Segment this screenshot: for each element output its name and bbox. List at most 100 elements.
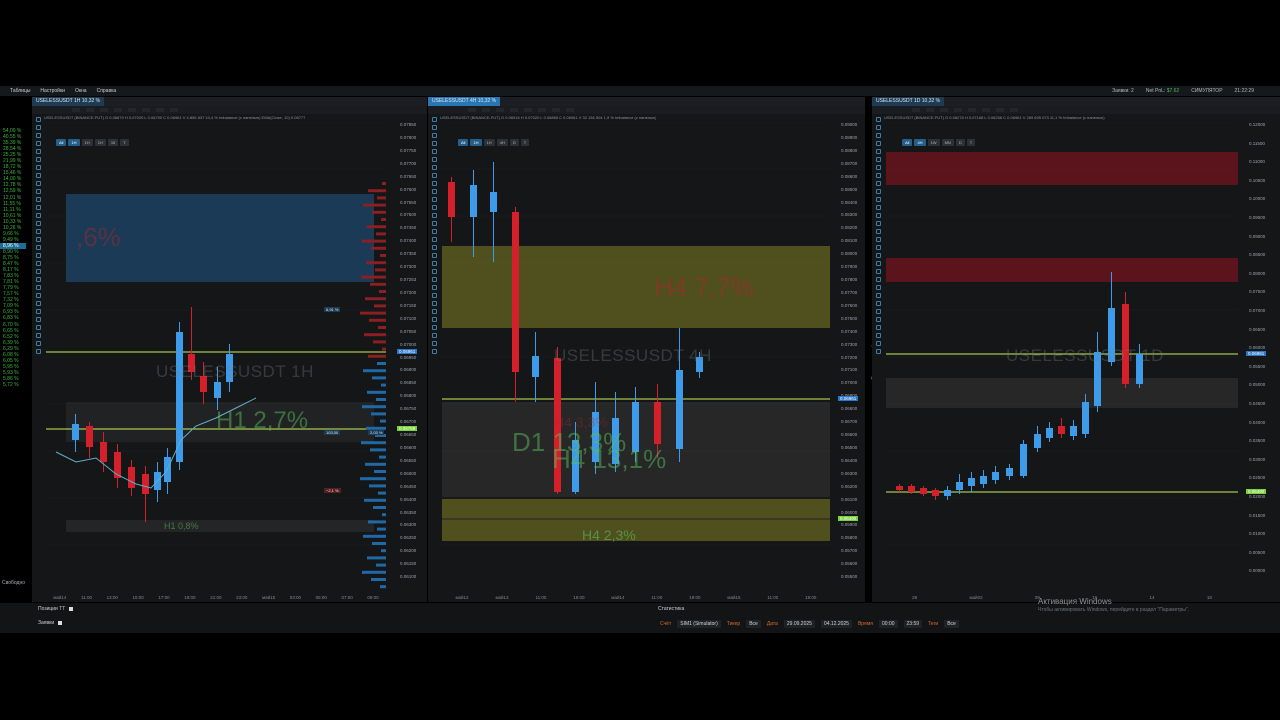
positions-tab[interactable]: Позиции ТТ — [38, 606, 65, 612]
drawing-tool-icon[interactable] — [875, 285, 881, 290]
timeframe-button[interactable] — [912, 108, 920, 112]
timeframe-button[interactable] — [156, 108, 164, 112]
drawing-tool-icon[interactable] — [875, 317, 881, 322]
account-select[interactable]: SIM1 (Simulator) — [677, 620, 721, 628]
drawing-tool-icon[interactable] — [35, 125, 41, 130]
timeframe-chip[interactable]: 1W — [927, 139, 940, 146]
drawing-tool-icon[interactable] — [431, 341, 437, 346]
level-zone[interactable] — [442, 246, 830, 328]
chart-tab[interactable]: USELESSUSDT 4H 10,32 % — [428, 97, 501, 106]
timeframe-button[interactable] — [1010, 108, 1018, 112]
drawing-tool-icon[interactable] — [431, 261, 437, 266]
level-tag[interactable]: −2,1 % — [324, 488, 341, 493]
level-zone[interactable] — [442, 499, 830, 541]
timeframe-chip[interactable]: MN — [941, 139, 954, 146]
timeframe-chip[interactable]: T — [520, 139, 530, 146]
timeframe-button[interactable] — [552, 108, 560, 112]
drawing-tool-icon[interactable] — [35, 349, 41, 354]
menu-windows[interactable]: Окна — [75, 88, 87, 94]
drawing-tool-icon[interactable] — [431, 117, 437, 122]
positions-square-icon[interactable] — [69, 607, 74, 611]
drawing-tool-icon[interactable] — [35, 149, 41, 154]
drawing-tool-icon[interactable] — [875, 165, 881, 170]
drawing-tool-icon[interactable] — [431, 293, 437, 298]
drawing-tool-icon[interactable] — [875, 117, 881, 122]
timeframe-chip[interactable]: 1H — [483, 139, 495, 146]
level-tag[interactable]: 103,00 — [324, 430, 341, 435]
drawing-tool-icon[interactable] — [35, 133, 41, 138]
drawing-tool-icon[interactable] — [431, 197, 437, 202]
drawing-tool-icon[interactable] — [35, 285, 41, 290]
price-axis[interactable]: 0.07850 0.07800 0.07750 0.07700 0.07650 0.076… — [397, 122, 421, 592]
timeframe-chip[interactable]: D — [509, 139, 519, 146]
drawing-tool-icon[interactable] — [875, 245, 881, 250]
timeframe-button[interactable] — [128, 108, 136, 112]
drawing-tool-icon[interactable] — [35, 309, 41, 314]
drawing-tool-icon[interactable] — [875, 221, 881, 226]
drawing-tool-icon[interactable] — [875, 141, 881, 146]
drawing-tool-icon[interactable] — [35, 173, 41, 178]
drawing-tool-icon[interactable] — [35, 213, 41, 218]
drawing-tool-icon[interactable] — [35, 301, 41, 306]
drawing-tool-icon[interactable] — [431, 253, 437, 258]
drawing-tool-icon[interactable] — [875, 181, 881, 186]
date-from-input[interactable]: 29.09.2025 — [783, 620, 815, 628]
drawing-tool-icon[interactable] — [35, 197, 41, 202]
drawing-tool-icon[interactable] — [431, 173, 437, 178]
percent-item[interactable]: 5,72 % — [0, 382, 26, 388]
timeframe-button[interactable] — [468, 108, 476, 112]
drawing-tool-icon[interactable] — [35, 117, 41, 122]
ticker-select[interactable]: Все — [746, 620, 761, 628]
price-axis[interactable]: 0.12000 0.11500 0.11000 0.10500 0.10000 0.095… — [1246, 122, 1270, 592]
drawing-tool-icon[interactable] — [431, 325, 437, 330]
drawing-tool-icon[interactable] — [35, 157, 41, 162]
drawing-tool-icon[interactable] — [431, 149, 437, 154]
level-zone[interactable] — [886, 258, 1238, 282]
drawing-tool-icon[interactable] — [35, 293, 41, 298]
drawing-tool-icon[interactable] — [875, 325, 881, 330]
drawing-tool-icon[interactable] — [431, 237, 437, 242]
drawing-tool-icon[interactable] — [875, 189, 881, 194]
time-axis[interactable]: май12 май13 11:00 19:00 май14 11:00 19:00 май15… — [442, 592, 830, 602]
time-from-input[interactable]: 00:00 — [879, 620, 898, 628]
price-axis[interactable]: 0.09000 0.08900 0.08800 0.08700 0.08600 0.085… — [838, 122, 862, 592]
drawing-tool-icon[interactable] — [431, 213, 437, 218]
drawing-tool-icon[interactable] — [875, 133, 881, 138]
drawing-tool-icon[interactable] — [431, 245, 437, 250]
drawing-tool-icon[interactable] — [35, 181, 41, 186]
level-tag[interactable]: 6,91 % — [324, 307, 341, 312]
timeframe-button[interactable] — [496, 108, 504, 112]
drawing-tool-icon[interactable] — [431, 333, 437, 338]
menu-help[interactable]: Справка — [97, 88, 117, 94]
drawing-tool-icon[interactable] — [875, 149, 881, 154]
timeframe-button[interactable] — [996, 108, 1004, 112]
drawing-tool-icon[interactable] — [431, 189, 437, 194]
drawing-tool-icon[interactable] — [875, 173, 881, 178]
timeframe-button[interactable] — [72, 108, 80, 112]
drawing-tool-icon[interactable] — [875, 237, 881, 242]
drawing-tool-icon[interactable] — [431, 229, 437, 234]
drawing-tool-icon[interactable] — [875, 213, 881, 218]
timeframe-chip[interactable]: 4H — [496, 139, 508, 146]
timeframe-button[interactable] — [510, 108, 518, 112]
menu-settings[interactable]: Настройки — [40, 88, 65, 94]
timeframe-chip[interactable]: T — [966, 139, 976, 146]
tags-select[interactable]: Все — [944, 620, 959, 628]
drawing-tool-icon[interactable] — [431, 205, 437, 210]
drawing-tool-icon[interactable] — [35, 277, 41, 282]
timeframe-button[interactable] — [982, 108, 990, 112]
timeframe-button[interactable] — [142, 108, 150, 112]
time-axis[interactable]: май14 11:00 13:00 15:00 17:00 19:00 21:00 23:00… — [46, 592, 386, 602]
level-zone[interactable] — [886, 152, 1238, 185]
drawing-tool-icon[interactable] — [875, 229, 881, 234]
drawing-tool-icon[interactable] — [35, 333, 41, 338]
drawing-tool-icon[interactable] — [875, 277, 881, 282]
statistics-tab[interactable]: Статистика — [658, 606, 684, 612]
level-zone[interactable] — [886, 378, 1238, 408]
timeframe-chip[interactable]: D — [955, 139, 965, 146]
drawing-tool-icon[interactable] — [431, 157, 437, 162]
drawing-tool-icon[interactable] — [431, 269, 437, 274]
drawing-tool-icon[interactable] — [35, 253, 41, 258]
drawing-tool-icon[interactable] — [35, 237, 41, 242]
drawing-tool-icon[interactable] — [431, 125, 437, 130]
